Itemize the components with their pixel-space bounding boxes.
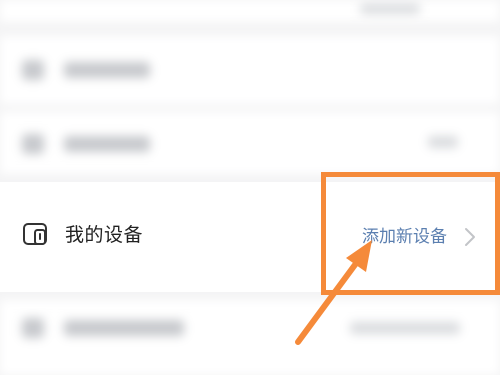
- device-icon: [22, 222, 50, 246]
- add-new-device-link[interactable]: 添加新设备: [362, 225, 447, 249]
- blurred-row-3[interactable]: [0, 300, 500, 375]
- blurred-row-2[interactable]: [0, 112, 500, 174]
- blurred-row-1[interactable]: [0, 36, 500, 104]
- settings-page: 我的设备 添加新设备: [0, 0, 500, 375]
- my-devices-label: 我的设备: [65, 224, 144, 246]
- blurred-row-top: [0, 0, 500, 22]
- chevron-right-icon[interactable]: [462, 226, 478, 248]
